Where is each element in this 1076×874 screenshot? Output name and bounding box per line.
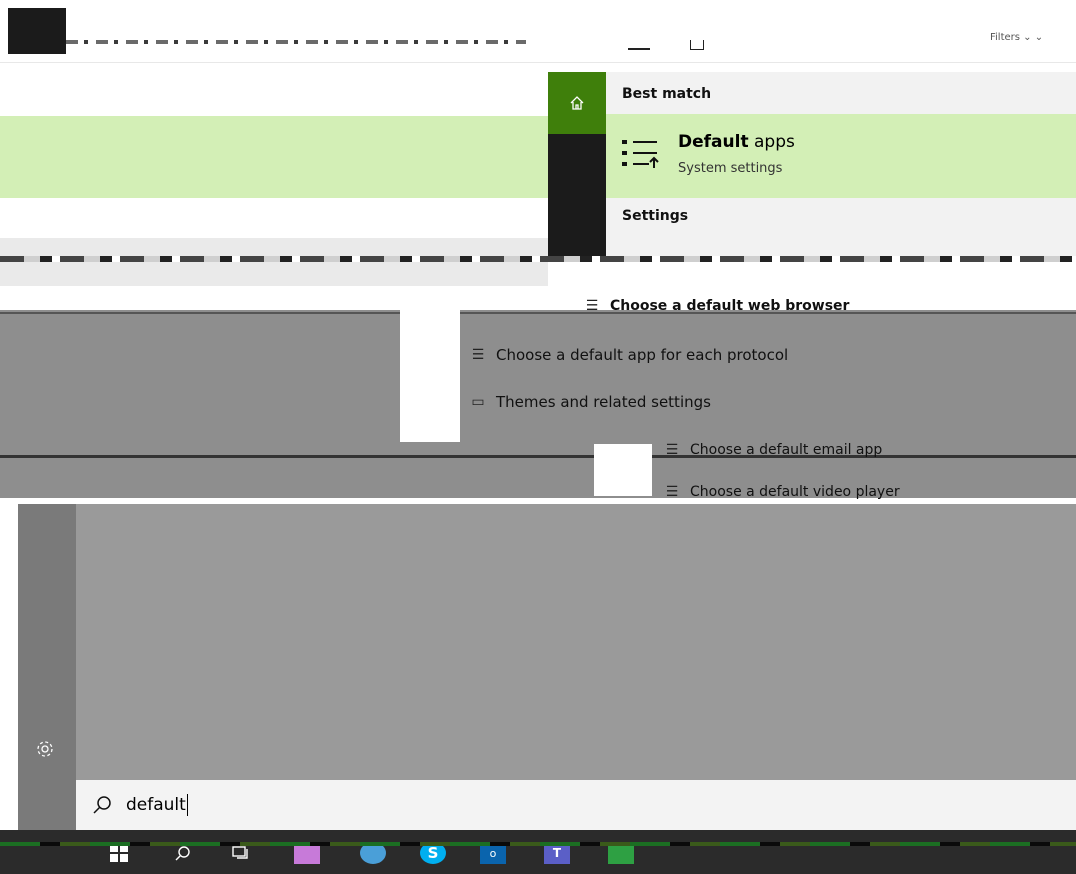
home-button[interactable] xyxy=(548,72,606,134)
window-toolbar: Filters ⌄ ⌄ xyxy=(0,0,1076,63)
search-glyph xyxy=(175,846,190,861)
taskbar: S o T xyxy=(0,830,1076,874)
setting-label: Choose a default video player xyxy=(690,484,900,500)
search-box[interactable]: default xyxy=(76,780,1076,830)
glitch-divider-bottom xyxy=(0,455,1076,458)
glitched-overlay-area-low xyxy=(0,458,1076,498)
setting-default-web-browser[interactable]: ☰ Choose a default web browser xyxy=(584,298,850,314)
row-band xyxy=(0,238,548,286)
selected-row-band xyxy=(0,116,548,198)
default-apps-icon xyxy=(622,140,659,168)
glitched-overlay-area xyxy=(0,310,1076,456)
settings-header: Settings xyxy=(622,208,689,224)
glitch-panel-small xyxy=(594,444,652,496)
setting-label: Choose a default app for each protocol xyxy=(496,346,789,364)
list-settings-icon: ☰ xyxy=(471,347,485,363)
filters-label[interactable]: Filters ⌄ ⌄ xyxy=(990,32,1043,43)
taskbar-glitch-stripe xyxy=(0,842,1076,846)
best-match-title-bold: Default xyxy=(678,132,749,152)
best-match-title: Default apps xyxy=(678,132,795,152)
minimize-icon[interactable] xyxy=(628,48,650,50)
start-menu-lower-rail xyxy=(18,504,76,830)
render-glitch-line xyxy=(0,256,1076,262)
start-menu-rail xyxy=(548,72,606,260)
gear-icon[interactable] xyxy=(34,738,56,760)
windows-logo-glyph xyxy=(110,844,128,862)
maximize-icon[interactable] xyxy=(690,40,704,50)
best-match-title-rest: apps xyxy=(748,132,795,152)
glitch-panel xyxy=(400,310,460,442)
themes-icon: ▭ xyxy=(471,394,485,410)
list-settings-icon: ☰ xyxy=(665,442,679,458)
setting-default-email-app[interactable]: ☰ Choose a default email app xyxy=(664,442,883,458)
best-match-subtitle: System settings xyxy=(678,161,783,176)
start-menu-search-results: Best match Default apps System settings … xyxy=(548,72,1076,260)
setting-label: Themes and related settings xyxy=(496,393,711,411)
best-match-default-apps[interactable]: Default apps System settings xyxy=(606,114,1076,198)
search-input-value: default xyxy=(126,795,186,815)
setting-default-video-player[interactable]: ☰ Choose a default video player xyxy=(664,484,900,500)
setting-default-app-protocol[interactable]: ☰ Choose a default app for each protocol xyxy=(470,346,788,364)
results-panel: Best match Default apps System settings … xyxy=(606,72,1076,260)
toolbar-dark-block xyxy=(8,8,66,54)
best-match-header: Best match xyxy=(622,86,712,102)
toolbar-glitch-strip xyxy=(66,40,526,44)
text-caret xyxy=(186,794,188,816)
glitch-divider xyxy=(0,312,1076,314)
setting-label: Choose a default email app xyxy=(690,442,883,458)
list-settings-icon: ☰ xyxy=(585,298,599,314)
search-input[interactable]: default xyxy=(126,794,188,816)
search-icon xyxy=(93,796,111,814)
setting-label: Choose a default web browser xyxy=(610,298,850,314)
list-settings-icon: ☰ xyxy=(665,484,679,500)
task-view-glyph xyxy=(232,846,248,859)
home-icon xyxy=(570,96,584,110)
start-menu-lower: default xyxy=(18,504,1076,830)
setting-themes[interactable]: ▭ Themes and related settings xyxy=(470,393,711,411)
